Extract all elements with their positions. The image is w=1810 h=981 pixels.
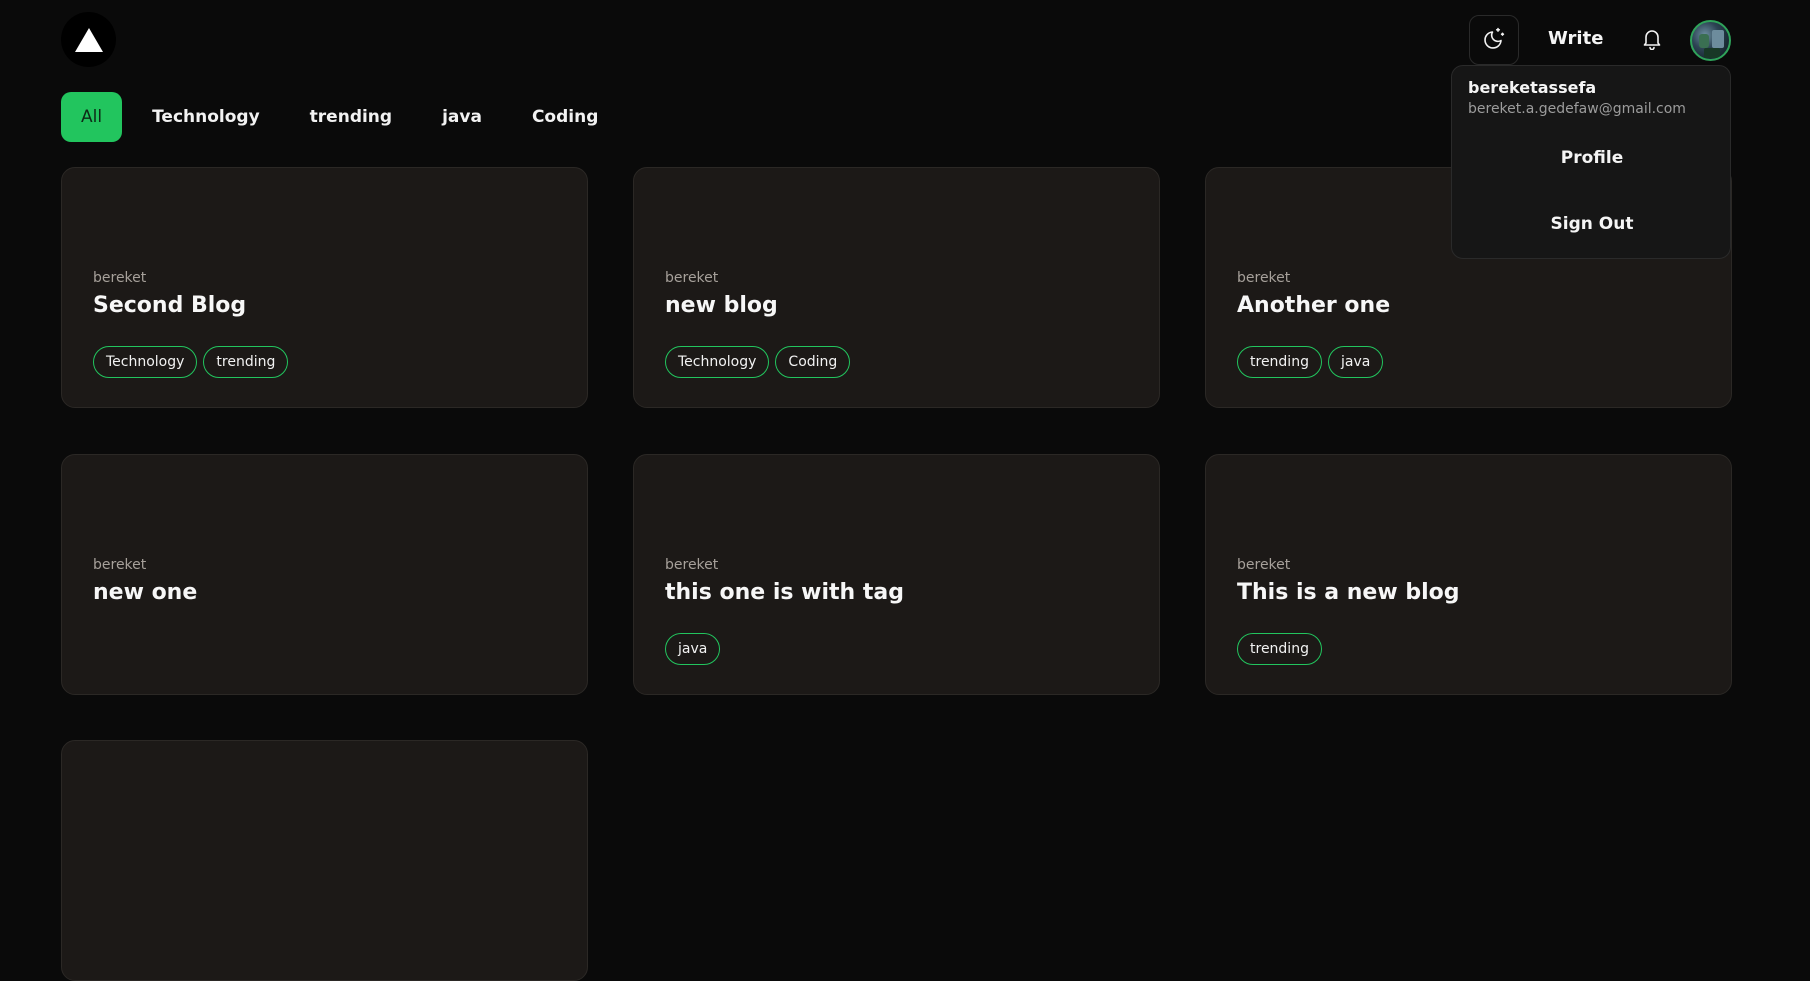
moon-stars-icon [1481,25,1507,55]
post-title: Second Blog [93,293,247,318]
tag-chip[interactable]: java [1327,346,1384,378]
post-author: bereket [1237,557,1291,573]
tag-chip[interactable]: java [665,633,721,665]
logo-triangle-icon[interactable] [61,12,116,67]
dropdown-username: bereketassefa [1468,78,1597,97]
filter-chip-trending[interactable]: trending [290,92,412,142]
filter-chip-java[interactable]: java [422,92,502,142]
post-title: this one is with tag [665,580,904,605]
tag-chip[interactable]: Technology [93,346,198,378]
sign-out-menu-item[interactable]: Sign Out [1452,202,1732,246]
tag-chip[interactable]: Coding [775,346,851,378]
blog-card[interactable]: bereket new blog Technology Coding [633,167,1160,408]
notifications-bell-icon[interactable] [1642,28,1662,51]
tag-filter-bar: All Technology trending java Coding C [61,92,621,142]
blog-card[interactable] [61,740,588,981]
post-title: Another one [1237,293,1391,318]
blog-card[interactable]: bereket this one is with tag java [633,454,1160,695]
profile-menu-item[interactable]: Profile [1452,136,1732,180]
post-author: bereket [1237,270,1291,286]
post-author: bereket [665,557,719,573]
post-author: bereket [93,557,147,573]
filter-chip-all[interactable]: All [61,92,123,142]
post-tags: Technology Coding [665,346,851,378]
post-tags: trending [1237,633,1322,665]
blog-card[interactable]: bereket new one [61,454,588,695]
blog-card[interactable]: bereket Second Blog Technology trending [61,167,588,408]
theme-toggle-button[interactable] [1469,15,1519,65]
tag-chip[interactable]: Technology [665,346,770,378]
user-dropdown-menu: bereketassefa bereket.a.gedefaw@gmail.co… [1451,65,1731,259]
tag-chip[interactable]: trending [1237,346,1322,378]
post-title: new one [93,580,198,605]
post-title: This is a new blog [1237,580,1460,605]
post-title: new blog [665,293,778,318]
filter-chip-technology[interactable]: Technology [132,92,280,142]
tag-chip[interactable]: trending [1237,633,1322,665]
filter-chip-coding[interactable]: Coding [512,92,618,142]
user-avatar[interactable] [1690,20,1731,61]
post-author: bereket [93,270,147,286]
post-tags: trending java [1237,346,1384,378]
tag-chip[interactable]: trending [203,346,289,378]
dropdown-email: bereket.a.gedefaw@gmail.com [1468,101,1686,117]
write-link[interactable]: Write [1548,28,1603,49]
post-tags: Technology trending [93,346,289,378]
blog-card[interactable]: bereket This is a new blog trending [1205,454,1732,695]
post-author: bereket [665,270,719,286]
post-tags: java [665,633,721,665]
